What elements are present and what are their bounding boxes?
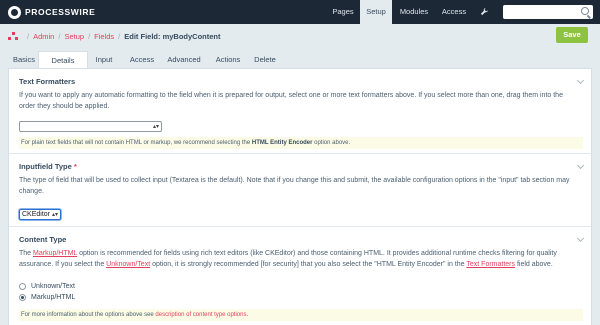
required-mark: *	[73, 162, 77, 171]
wrench-icon-svg	[480, 7, 488, 16]
breadcrumb-separator: /	[58, 32, 61, 41]
radio-button[interactable]	[19, 294, 26, 301]
select-caret-icon: ▴▾	[51, 212, 58, 218]
breadcrumb-separator: /	[118, 32, 121, 41]
page-header: / Admin / Setup / Fields / Edit Field: m…	[0, 24, 600, 51]
radio-label[interactable]: Markup/HTML	[31, 294, 75, 301]
section-title[interactable]: Text Formatters	[19, 77, 75, 86]
radio-label[interactable]: Unknown/Text	[31, 283, 75, 290]
text-formatters-section: Text Formatters If you want to apply any…	[9, 69, 591, 154]
tab-advanced[interactable]: Advanced	[164, 51, 204, 68]
breadcrumb-setup[interactable]: Setup	[64, 32, 84, 41]
section-title[interactable]: Inputfield Type *	[19, 162, 77, 171]
select-value: CKEditor	[22, 211, 51, 218]
breadcrumb-admin[interactable]: Admin	[33, 32, 54, 41]
page-title: Edit Field: myBodyContent	[124, 32, 221, 41]
breadcrumb-separator: /	[27, 32, 30, 41]
save-button[interactable]: Save	[556, 27, 588, 43]
inputfield-type-select[interactable]: CKEditor ▴▾	[19, 209, 61, 220]
tab-basics[interactable]: Basics	[10, 51, 38, 68]
breadcrumb-fields[interactable]: Fields	[94, 32, 114, 41]
inputfield-type-section: Inputfield Type * The type of field that…	[9, 154, 591, 227]
breadcrumb-separator: /	[88, 32, 91, 41]
text-formatters-link[interactable]: Text Formatters	[466, 261, 515, 268]
section-title-text: Inputfield Type	[19, 162, 72, 171]
desc-text: option, it is strongly recommended [for …	[152, 261, 465, 268]
section-description: If you want to apply any automatic forma…	[19, 92, 563, 110]
tab-details[interactable]: Details	[38, 51, 88, 68]
notes-suffix: .	[246, 312, 249, 318]
field-tabs: Basics Details Input Access Advanced Act…	[0, 51, 600, 68]
tab-actions[interactable]: Actions	[210, 51, 246, 68]
content-type-section: Content Type The Markup/HTML option is r…	[9, 227, 591, 325]
markup-html-link[interactable]: Markup/HTML	[33, 250, 77, 257]
field-notes: For more information about the options a…	[19, 309, 583, 321]
radio-unknown-text[interactable]: Unknown/Text	[19, 283, 75, 290]
top-navbar: PROCESSWIRE Pages Setup Modules Access	[0, 0, 600, 24]
tab-input[interactable]: Input	[90, 51, 118, 68]
notes-suffix: option above.	[314, 140, 351, 146]
chevron-down-icon[interactable]	[576, 76, 585, 85]
chevron-down-icon[interactable]	[576, 161, 585, 170]
nav-pages[interactable]: Pages	[326, 0, 360, 24]
processwire-logo[interactable]: PROCESSWIRE	[8, 4, 95, 20]
nav-access[interactable]: Access	[436, 0, 472, 24]
processwire-logo-icon	[8, 5, 21, 19]
desc-text: The	[19, 250, 32, 257]
notes-prefix: For more information about the options a…	[21, 312, 154, 318]
logo-text: PROCESSWIRE	[25, 7, 96, 17]
radio-markup-html[interactable]: Markup/HTML	[19, 294, 75, 301]
tab-access[interactable]: Access	[124, 51, 160, 68]
nav-modules[interactable]: Modules	[392, 0, 436, 24]
desc-text: field above.	[516, 261, 553, 268]
tab-delete[interactable]: Delete	[250, 51, 280, 68]
radio-button[interactable]	[19, 283, 26, 290]
unknown-text-link[interactable]: Unknown/Text	[106, 261, 150, 268]
section-title[interactable]: Content Type	[19, 235, 66, 244]
details-panel: Text Formatters If you want to apply any…	[8, 68, 592, 325]
field-notes: For plain text fields that will not cont…	[19, 137, 583, 149]
search-icon[interactable]	[581, 7, 589, 15]
wrench-icon[interactable]	[476, 0, 492, 24]
notes-bold: HTML Entity Encoder	[251, 140, 313, 146]
tree-icon[interactable]	[8, 32, 18, 41]
content-type-docs-link[interactable]: description of content type options	[155, 312, 246, 318]
notes-prefix: For plain text fields that will not cont…	[21, 140, 251, 146]
chevron-down-icon[interactable]	[576, 234, 585, 243]
section-description: The Markup/HTML option is recommended fo…	[19, 248, 579, 270]
breadcrumb: / Admin / Setup / Fields / Edit Field: m…	[8, 32, 221, 41]
section-description: The type of field that will be used to c…	[19, 177, 570, 195]
select-caret-icon: ▴▾	[152, 124, 159, 130]
search-input[interactable]	[503, 5, 593, 19]
nav-setup[interactable]: Setup	[360, 0, 392, 24]
text-formatters-select[interactable]: ▴▾	[19, 121, 162, 132]
